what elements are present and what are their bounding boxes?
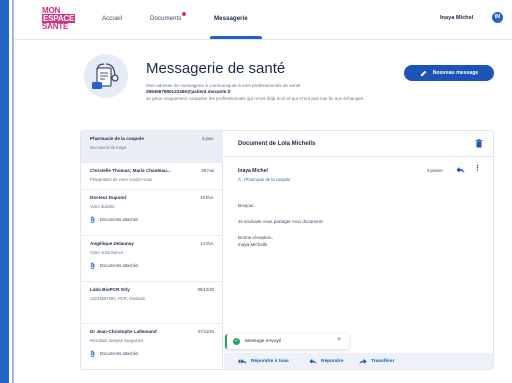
reply-all-icon: [238, 358, 247, 365]
trash-icon[interactable]: [475, 139, 483, 148]
messaging-illustration-icon: [84, 54, 128, 98]
message-greeting: Bonjour,: [238, 203, 255, 208]
page-description: Mon adresse de messagerie à communiquer …: [146, 83, 392, 102]
message-actions-bar: Répondre à tous Répondre Transférer: [224, 353, 493, 369]
app-logo[interactable]: MON ESPACE SANTÉ: [42, 7, 88, 31]
reply-icon[interactable]: [456, 166, 465, 174]
recipient-line[interactable]: À : Pharmacie de la coupole: [238, 177, 290, 182]
message-closing: Bonne réception,: [238, 235, 273, 240]
conversation-item[interactable]: Docteur Dupond 15 févr. Votre diabète Doc…: [81, 190, 223, 236]
toast-message: Message envoyé: [245, 339, 282, 344]
message-header: Document de Lola Michells: [224, 131, 493, 157]
nav-messagerie[interactable]: Messagerie: [214, 15, 248, 22]
notification-dot: [182, 12, 187, 16]
user-name[interactable]: Inaya Michel: [440, 15, 473, 21]
paperclip-icon: [90, 262, 95, 269]
forward-icon: [359, 358, 367, 365]
check-circle-icon: ✓: [233, 338, 240, 345]
more-options-icon[interactable]: ⋮: [474, 164, 481, 172]
message-subject: Document de Lola Michells: [238, 141, 316, 147]
left-edge-line: [12, 0, 14, 383]
forward-button[interactable]: Transférer: [359, 358, 394, 365]
attachments-indicator: Documents attachés: [90, 216, 214, 223]
toast-notification: ✓ Message envoyé ×: [225, 334, 349, 349]
close-icon[interactable]: ×: [337, 337, 341, 343]
user-avatar[interactable]: IM: [492, 12, 503, 23]
paperclip-icon: [90, 216, 95, 223]
reply-all-button[interactable]: Répondre à tous: [238, 358, 289, 365]
page-title: Messagerie de santé: [146, 60, 286, 77]
conversation-item[interactable]: Dr Jean-Christophe Lallemand 07/11/20 Rés…: [81, 324, 223, 369]
reply-button[interactable]: Répondre: [309, 358, 343, 365]
logo-line-3: SANTÉ: [42, 22, 69, 31]
message-signature: Inaya Michells: [238, 242, 268, 247]
conversation-item[interactable]: Labo BioPCR Orly 09/12/20 12234567890, PC…: [81, 282, 223, 324]
attachments-indicator: Documents attachés: [90, 262, 214, 269]
sender-name: Inaya Michel: [238, 168, 268, 174]
active-tab-indicator: [210, 36, 262, 39]
pencil-icon: [420, 70, 427, 76]
conversation-item[interactable]: Pharmacie de la coupole 3 janv. Document …: [81, 131, 223, 163]
conversation-item[interactable]: Christelle Thomas; Marie Chanteau... 28 m…: [81, 163, 223, 190]
left-edge-bar: [0, 0, 9, 383]
paperclip-icon: [90, 350, 95, 357]
message-date: 3 janvier: [427, 168, 443, 173]
top-navigation: MON ESPACE SANTÉ Accueil Documents Messa…: [14, 0, 512, 40]
conversation-list: Pharmacie de la coupole 3 janv. Document …: [81, 131, 223, 369]
reply-icon: [309, 358, 317, 365]
conversation-item[interactable]: Angélique Delaunay 14 févr. Votre ordonna…: [81, 236, 223, 282]
attachments-indicator: Documents attachés: [90, 350, 214, 357]
message-body: Je souhaite vous partager mon document.: [238, 219, 324, 224]
nav-accueil[interactable]: Accueil: [102, 15, 122, 22]
new-message-button[interactable]: Nouveau message: [404, 65, 494, 81]
nav-documents[interactable]: Documents: [150, 12, 187, 22]
